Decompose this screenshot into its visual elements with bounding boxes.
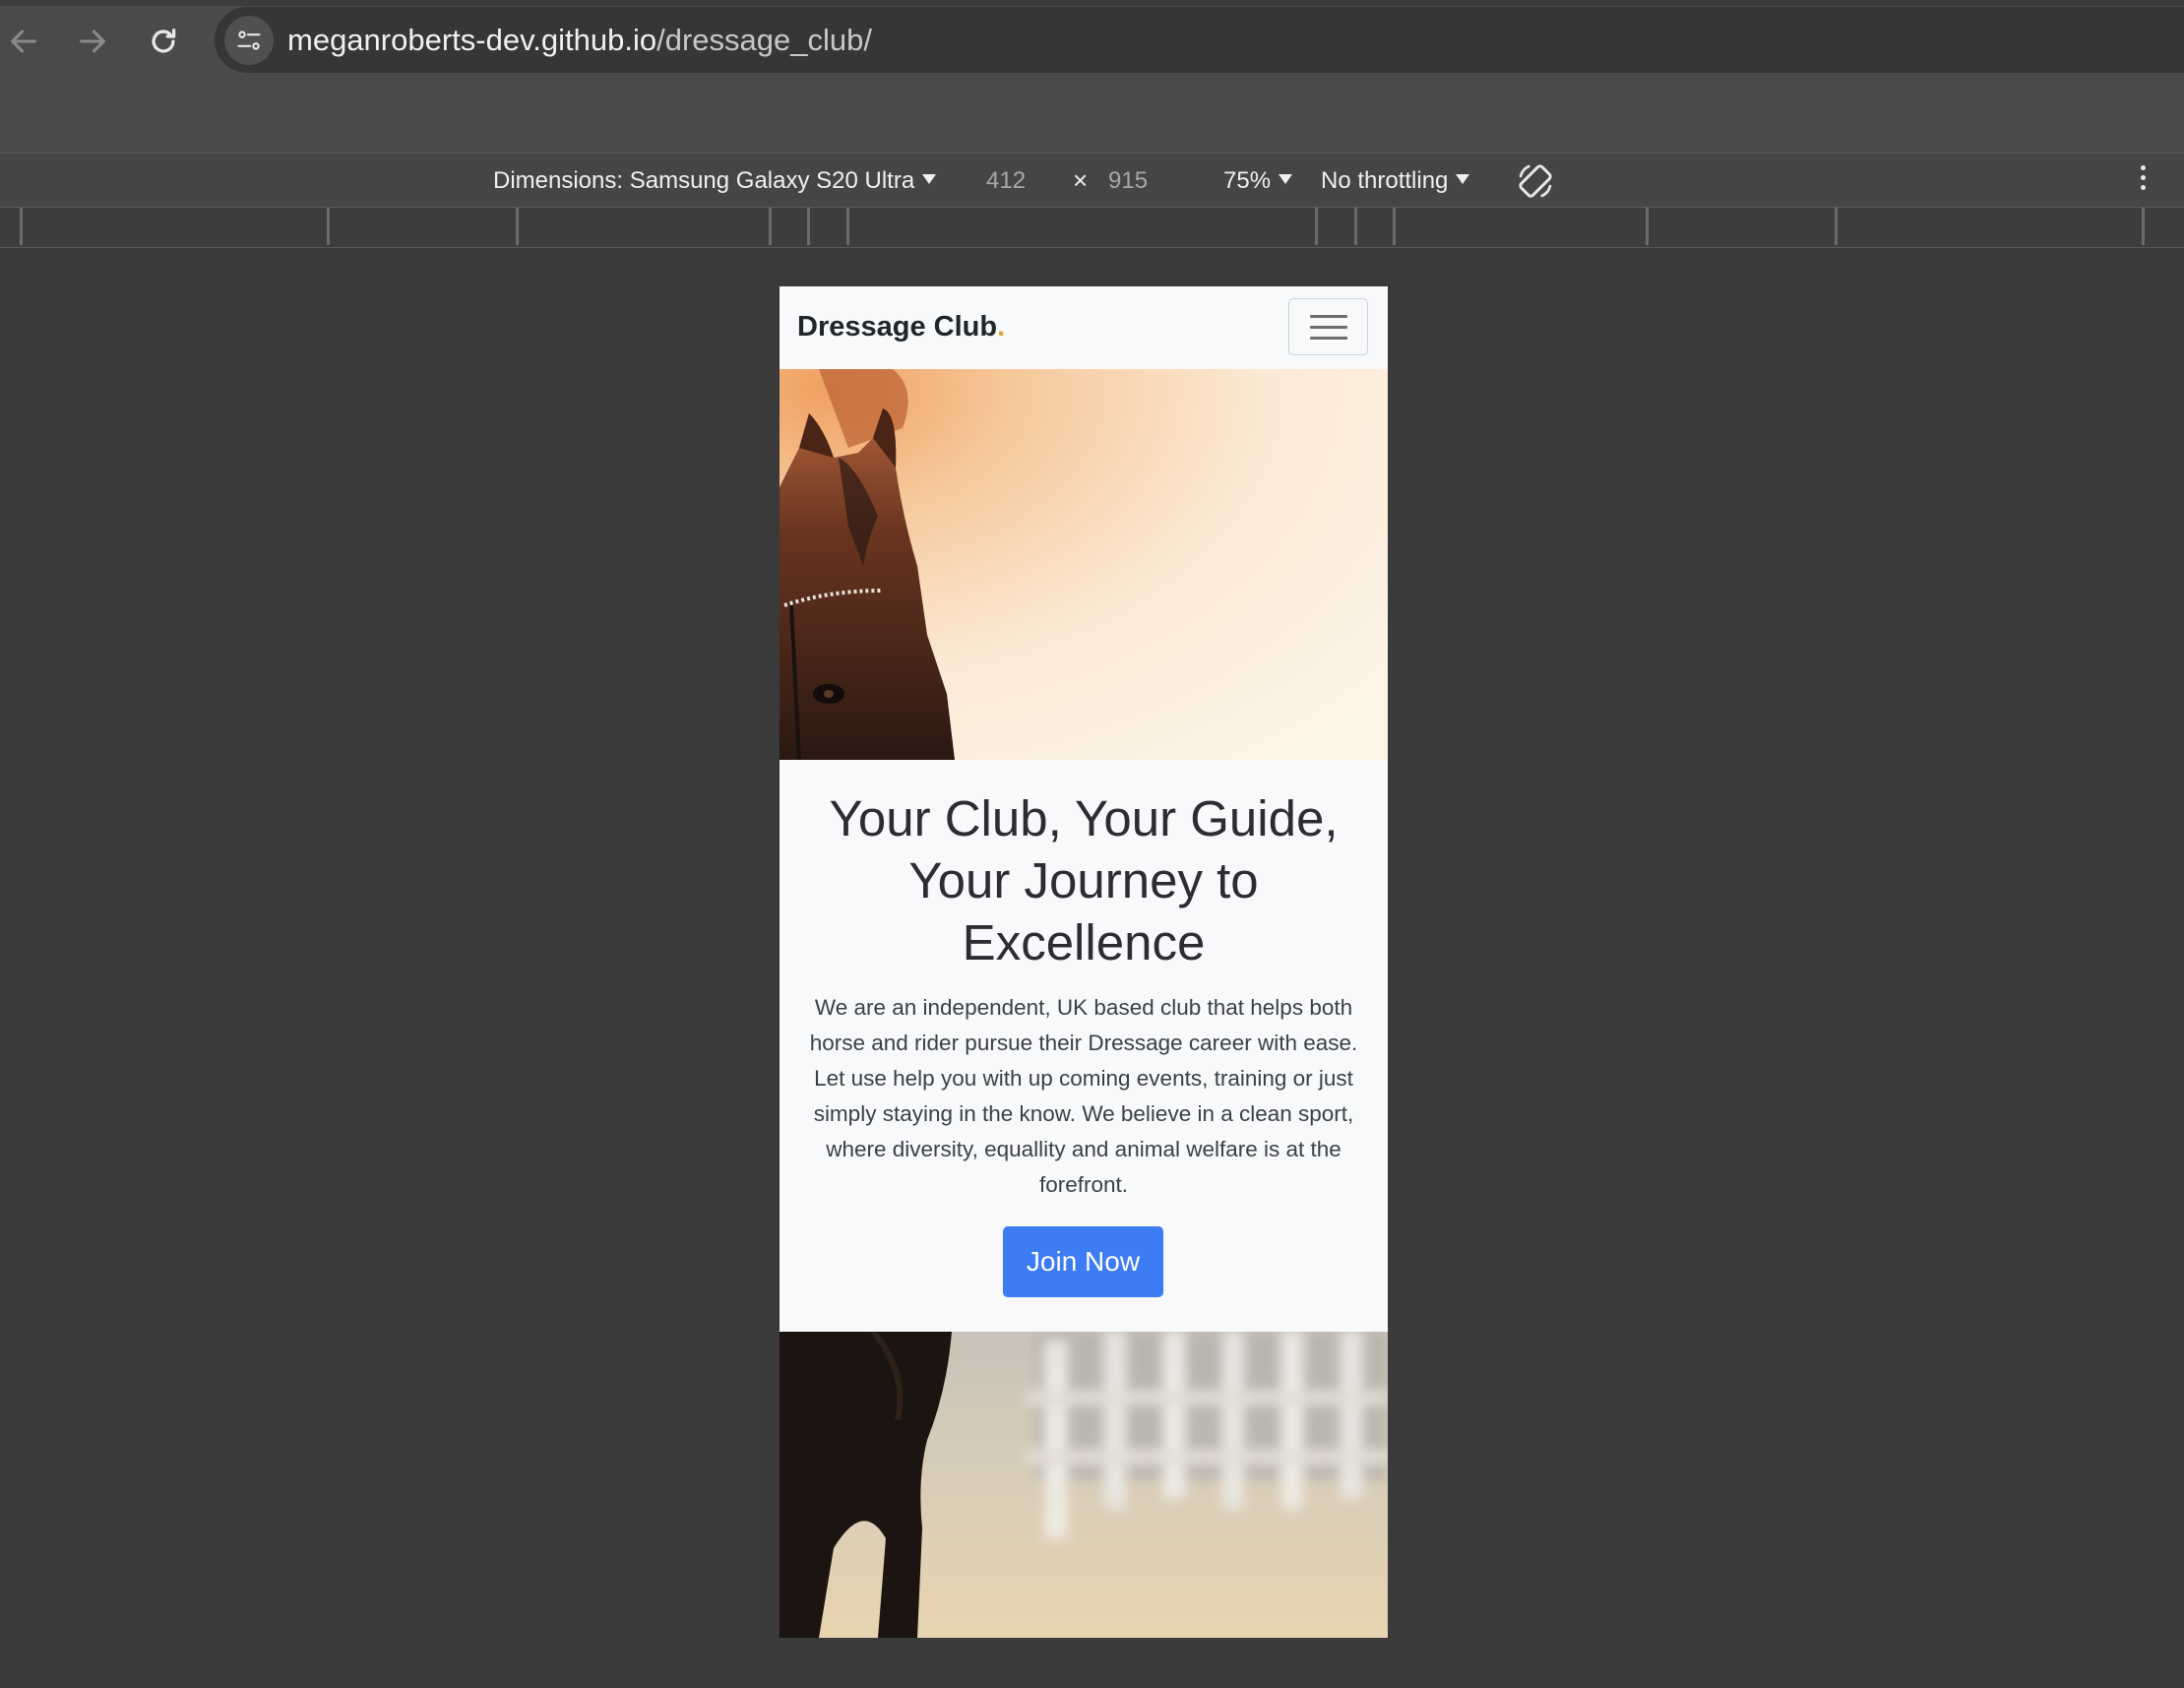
throttling-dropdown[interactable]: No throttling [1321,167,1470,195]
tune-icon [237,31,261,50]
ruler-tick[interactable] [516,208,519,245]
zoom-label: 75% [1223,167,1272,194]
device-viewport[interactable]: Dressage Club. Your Club, Your Guide, Yo… [780,286,1388,1638]
zoom-dropdown[interactable]: 75% [1223,167,1293,195]
dimension-separator: × [1073,165,1089,195]
ruler-tick[interactable] [1354,208,1357,245]
brand-dot: . [997,311,1006,343]
browser-toolbar: meganroberts-dev.github.io/dressage_club… [0,0,2184,153]
ruler-tick[interactable] [1315,208,1318,245]
dimensions-label: Dimensions: Samsung Galaxy S20 Ultra [493,167,915,194]
address-bar[interactable]: meganroberts-dev.github.io/dressage_club… [215,7,2184,73]
hero-card: Your Club, Your Guide, Your Journey to E… [780,760,1388,1332]
ruler-tick[interactable] [807,208,810,245]
hamburger-icon [1309,314,1347,318]
ruler-tick[interactable] [327,208,330,245]
arena-horse-image [780,1332,1388,1638]
navbar-toggle-button[interactable] [1288,298,1368,355]
reload-button[interactable] [140,18,187,65]
ruler-tick[interactable] [846,208,849,245]
back-button[interactable] [0,18,47,65]
site-info-button[interactable] [224,16,274,65]
ruler-tick[interactable] [1835,208,1838,245]
ruler-tick[interactable] [769,208,772,245]
ruler-tick[interactable] [2142,208,2145,245]
ruler-tick[interactable] [20,208,23,245]
rotate-device-icon[interactable] [1516,161,1555,201]
width-input[interactable]: 412 [986,167,1026,195]
url-text[interactable]: meganroberts-dev.github.io/dressage_club… [287,23,872,58]
throttling-caret-icon [1456,173,1470,184]
ruler-tick[interactable] [1393,208,1396,245]
join-now-button[interactable]: Join Now [1003,1226,1163,1297]
hero-horse-image [780,369,1388,760]
hero-headline: Your Club, Your Guide, Your Journey to E… [829,790,1339,970]
url-host: meganroberts-dev.github.io [287,23,657,57]
zoom-caret-icon [1279,173,1293,184]
device-toolbar: Dimensions: Samsung Galaxy S20 Ultra 412… [0,153,2184,208]
forward-button[interactable] [69,18,116,65]
forward-arrow-icon [80,30,105,53]
media-query-ruler [0,207,2184,248]
reload-icon [152,29,176,53]
ruler-tick[interactable] [1646,208,1649,245]
url-path: /dressage_club/ [656,23,872,57]
dimensions-caret-icon [922,173,937,184]
more-options-icon[interactable] [2138,165,2148,197]
brand-logo[interactable]: Dressage Club. [797,311,1005,344]
site-navbar: Dressage Club. [780,286,1388,369]
brand-name: Dressage Club [797,311,998,343]
hero-description: We are an independent, UK based club tha… [809,995,1358,1197]
dimensions-dropdown[interactable]: Dimensions: Samsung Galaxy S20 Ultra [493,167,937,195]
window-edge [0,0,2184,6]
throttling-label: No throttling [1321,167,1449,194]
back-arrow-icon [11,30,36,53]
height-input[interactable]: 915 [1108,167,1148,195]
